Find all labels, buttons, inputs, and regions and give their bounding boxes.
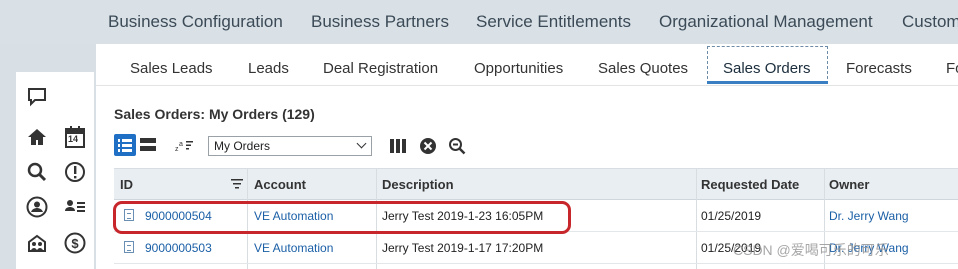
- page-title: Sales Orders: My Orders (129): [114, 106, 315, 122]
- tab-sales-orders[interactable]: Sales Orders: [723, 60, 811, 77]
- tabs-divider: [96, 85, 958, 86]
- account-link[interactable]: VE Automation: [254, 241, 333, 255]
- calendar-icon[interactable]: 14: [64, 126, 86, 148]
- svg-text:a: a: [179, 141, 183, 148]
- column-header-description[interactable]: Description: [382, 177, 454, 192]
- team-icon[interactable]: [26, 232, 48, 254]
- dollar-icon[interactable]: $: [64, 232, 86, 254]
- chat-icon[interactable]: [26, 86, 48, 108]
- contacts-icon[interactable]: [64, 196, 86, 218]
- table-view-button[interactable]: [140, 137, 156, 153]
- calendar-day: 14: [68, 134, 79, 144]
- watermark: CSDN @爱喝可乐的可乐: [733, 242, 889, 258]
- tab-sales-leads[interactable]: Sales Leads: [130, 60, 213, 77]
- zoom-search-icon[interactable]: [448, 137, 466, 155]
- nav-custom[interactable]: Custom: [902, 12, 958, 32]
- column-header-id[interactable]: ID: [120, 177, 133, 192]
- owner-link[interactable]: Dr. Jerry Wang: [829, 209, 909, 223]
- chevron-down-icon: [356, 138, 367, 149]
- sort-button[interactable]: z a: [175, 137, 195, 153]
- tab-forecasts[interactable]: Forecasts: [846, 60, 912, 77]
- column-header-account[interactable]: Account: [254, 177, 306, 192]
- search-icon[interactable]: [26, 161, 48, 183]
- description-cell: Jerry Test 2019-1-17 17:20PM: [382, 241, 544, 255]
- column-header-requested-date[interactable]: Requested Date: [701, 177, 799, 192]
- sidebar: 14 $: [16, 72, 94, 269]
- home-icon[interactable]: [26, 126, 48, 148]
- table-header: ID Account Description Requested Date Ow…: [114, 168, 958, 200]
- column-header-owner[interactable]: Owner: [829, 177, 869, 192]
- nav-service-entitlements[interactable]: Service Entitlements: [476, 12, 631, 32]
- nav-organizational-management[interactable]: Organizational Management: [659, 12, 873, 32]
- columns-icon[interactable]: [389, 137, 407, 155]
- active-tab-indicator: [707, 81, 828, 84]
- tab-fo[interactable]: Fo: [946, 60, 958, 77]
- tab-opportunities[interactable]: Opportunities: [474, 60, 563, 77]
- person-icon[interactable]: [26, 196, 48, 218]
- tab-leads[interactable]: Leads: [248, 60, 289, 77]
- svg-text:$: $: [71, 236, 79, 251]
- tab-deal-registration[interactable]: Deal Registration: [323, 60, 438, 77]
- order-id-link[interactable]: 9000000503: [145, 241, 212, 255]
- top-navigation: Business Configuration Business Partners…: [0, 0, 958, 44]
- document-icon: [124, 241, 134, 253]
- column-filter-icon[interactable]: [231, 177, 243, 195]
- tab-sales-quotes[interactable]: Sales Quotes: [598, 60, 688, 77]
- list-view-button[interactable]: [114, 134, 136, 156]
- nav-business-partners[interactable]: Business Partners: [311, 12, 449, 32]
- requested-date-cell: 01/25/2019: [701, 209, 762, 223]
- nav-business-configuration[interactable]: Business Configuration: [108, 12, 283, 32]
- view-select[interactable]: My Orders: [208, 136, 372, 156]
- alert-icon[interactable]: [64, 161, 86, 183]
- clear-filter-icon[interactable]: [419, 137, 437, 155]
- highlight-annotation: [113, 201, 571, 234]
- view-select-value: My Orders: [214, 139, 271, 153]
